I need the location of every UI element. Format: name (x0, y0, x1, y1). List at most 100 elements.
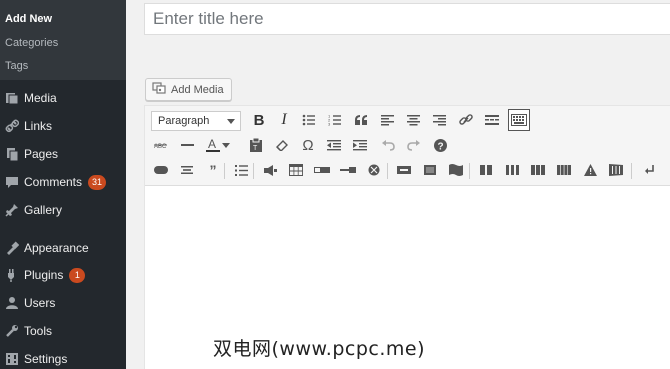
omega-icon: Ω (302, 136, 314, 154)
sidebar-item-links[interactable]: Links (0, 113, 126, 139)
text-color-dropdown[interactable] (220, 134, 232, 156)
toolbar-separator (631, 163, 632, 179)
box-icon (397, 166, 411, 174)
horizontal-line-button[interactable] (176, 134, 198, 156)
submenu-item-categories[interactable]: Categories (5, 37, 58, 49)
insert-link-button[interactable] (455, 109, 477, 131)
speaker-icon (263, 164, 277, 176)
button-shortcode-button[interactable] (150, 159, 172, 181)
svg-text:?: ? (437, 141, 443, 152)
warning-shortcode-button[interactable] (579, 159, 601, 181)
divider-shortcode-button[interactable] (176, 159, 198, 181)
columns-two-one-button[interactable] (527, 159, 549, 181)
sidebar-item-label: Links (24, 119, 53, 133)
list-shortcode-button[interactable] (230, 159, 252, 181)
sidebar-item-pages[interactable]: Pages (0, 141, 126, 167)
toggle-shortcode-button[interactable] (337, 159, 359, 181)
help-button[interactable]: ? (429, 134, 451, 156)
italic-button[interactable]: I (273, 109, 295, 131)
sidebar-item-media[interactable]: Media (0, 85, 126, 111)
post-title-input[interactable] (144, 3, 670, 35)
columns-three-icon (505, 165, 519, 175)
outdent-icon (327, 139, 341, 150)
bold-button[interactable]: B (248, 109, 270, 131)
bullet-list-icon (302, 114, 315, 126)
four-columns-button[interactable] (553, 159, 575, 181)
sidebar-item-users[interactable]: Users (0, 290, 126, 316)
tools-icon (0, 324, 24, 338)
clear-formatting-button[interactable] (271, 134, 293, 156)
box-shortcode-button[interactable] (393, 159, 415, 181)
toolbar-row-1: Paragraph B I 123 (145, 109, 670, 133)
three-columns-button[interactable] (501, 159, 523, 181)
toolbar-separator (387, 163, 388, 179)
sidebar-item-plugins[interactable]: Plugins 1 (0, 262, 126, 288)
align-right-button[interactable] (428, 109, 450, 131)
read-more-button[interactable] (481, 109, 503, 131)
special-character-button[interactable]: Ω (297, 134, 319, 156)
toolbar-toggle-button[interactable] (508, 109, 530, 131)
align-center-button[interactable] (402, 109, 424, 131)
editor-toolbar: Paragraph B I 123 ABC A T Ω ? ” (145, 106, 670, 186)
indent-icon (353, 139, 367, 150)
blockquote-button[interactable] (350, 109, 372, 131)
sidebar-item-label: Tools (24, 324, 53, 338)
add-media-button[interactable]: Add Media (145, 78, 232, 101)
chevron-down-icon (227, 119, 235, 124)
strikethrough-button[interactable]: ABC (150, 134, 172, 156)
sidebar-item-settings[interactable]: Settings (0, 346, 126, 369)
pill-icon (154, 166, 168, 174)
sidebar-item-label: Pages (24, 147, 59, 161)
callout-shortcode-button[interactable] (419, 159, 441, 181)
quote-icon: ” (209, 162, 217, 178)
audio-shortcode-button[interactable] (259, 159, 281, 181)
align-left-button[interactable] (376, 109, 398, 131)
columns-four-icon (557, 165, 571, 175)
sidebar-item-label: Settings (24, 352, 68, 366)
svg-text:T: T (253, 145, 258, 152)
comments-count-badge: 31 (88, 174, 107, 190)
flag-icon (449, 164, 463, 176)
table-shortcode-button[interactable] (285, 159, 307, 181)
format-select[interactable]: Paragraph (151, 111, 241, 131)
gallery-icon (0, 203, 24, 217)
sidebar-item-gallery[interactable]: Gallery (0, 197, 126, 223)
svg-text:A: A (208, 137, 216, 151)
redo-button[interactable] (403, 134, 425, 156)
sidebar-item-tools[interactable]: Tools (0, 318, 126, 344)
sidebar-item-label: Comments (24, 175, 83, 189)
columns-two-one-icon (531, 165, 545, 175)
format-select-value: Paragraph (158, 115, 210, 127)
numbered-list-button[interactable]: 123 (324, 109, 346, 131)
flag-shortcode-button[interactable] (445, 159, 467, 181)
sidebar-item-label: Media (24, 91, 57, 105)
undo-button[interactable] (377, 134, 399, 156)
callout-icon (424, 165, 436, 175)
toolbar-row-2: ABC A T Ω ? (145, 134, 670, 158)
clipboard-icon: T (250, 138, 262, 152)
eraser-icon (276, 140, 288, 151)
svg-text:3: 3 (328, 122, 331, 127)
icon-shortcode-button[interactable] (363, 159, 385, 181)
sidebar-item-label: Plugins (24, 268, 64, 282)
bullet-list-button[interactable] (298, 109, 320, 131)
warning-icon (583, 164, 597, 176)
progress-bar-shortcode-button[interactable] (311, 159, 333, 181)
return-icon (645, 165, 654, 174)
sidebar-item-appearance[interactable]: Appearance (0, 235, 126, 261)
globe-icon (368, 164, 380, 176)
submenu-item-tags[interactable]: Tags (5, 60, 28, 72)
undo-icon (382, 140, 395, 151)
caret-down-icon (222, 142, 230, 148)
two-columns-button[interactable] (475, 159, 497, 181)
gallery-shortcode-button[interactable] (605, 159, 627, 181)
increase-indent-button[interactable] (349, 134, 371, 156)
toolbar-row-3: ” (145, 159, 670, 183)
submenu-item-add-new[interactable]: Add New (5, 13, 52, 25)
paste-as-text-button[interactable]: T (245, 134, 267, 156)
quote-shortcode-button[interactable]: ” (202, 159, 224, 181)
decrease-indent-button[interactable] (323, 134, 345, 156)
sidebar-item-comments[interactable]: Comments 31 (0, 169, 126, 195)
horizontal-line-icon (180, 144, 194, 146)
line-break-button[interactable] (639, 159, 661, 181)
